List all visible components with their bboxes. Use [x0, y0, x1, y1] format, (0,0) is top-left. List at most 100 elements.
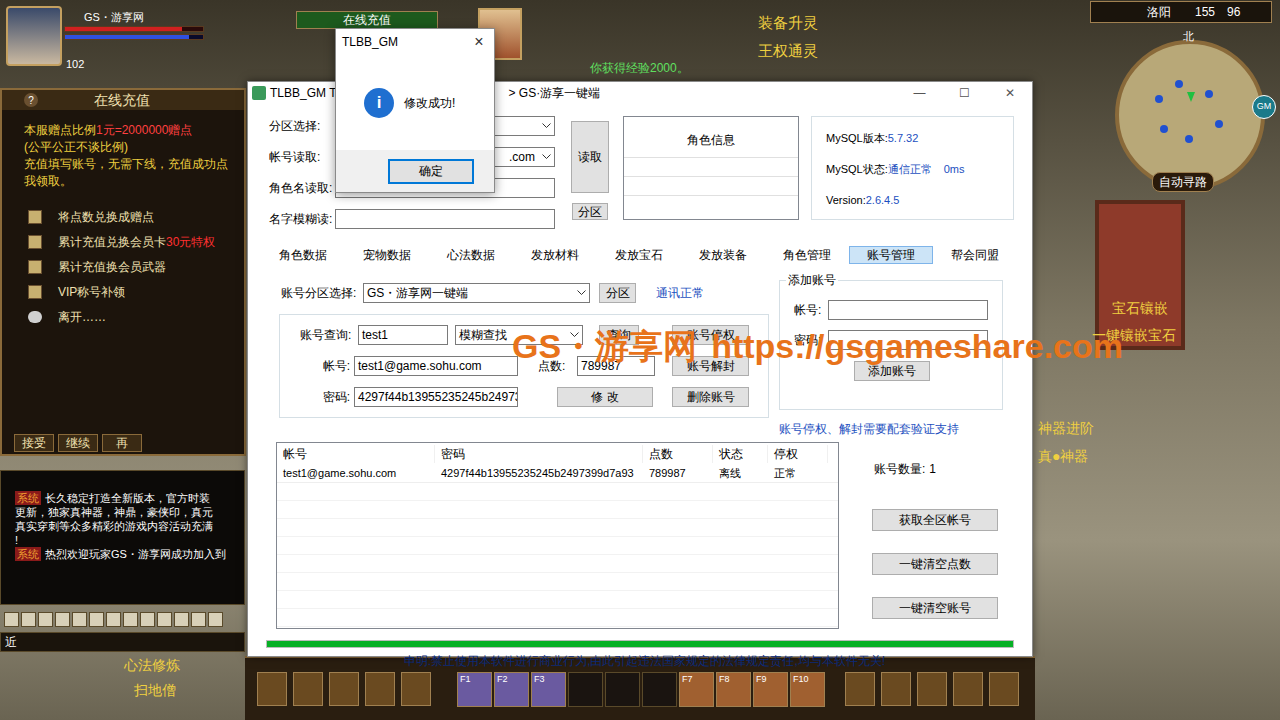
tab[interactable]: 角色管理	[765, 246, 849, 264]
menu-icon[interactable]	[917, 672, 947, 706]
tab[interactable]: 发放装备	[681, 246, 765, 264]
speech-icon	[28, 311, 42, 323]
table-empty-row	[277, 591, 838, 609]
action-button[interactable]: 获取全区帐号	[872, 509, 998, 531]
table-row[interactable]: test1@game.sohu.com4297f44b13955235245b2…	[277, 465, 838, 483]
npc-option[interactable]: 累计充值兑换会员卡30元特权	[28, 229, 244, 254]
artifact-label[interactable]: 神器进阶	[1038, 418, 1094, 439]
window-control[interactable]: —	[897, 82, 942, 104]
read-button[interactable]: 读取	[571, 121, 609, 193]
xinfa-label[interactable]: 心法修炼	[124, 655, 180, 676]
zone-button[interactable]: 分区	[572, 203, 608, 220]
account-input[interactable]: test1@game.sohu.com	[354, 356, 518, 376]
app-icon	[252, 86, 266, 100]
empty-skill-slot[interactable]	[605, 672, 640, 707]
tab[interactable]: 角色数据	[261, 246, 345, 264]
form-label: 角色名读取:	[269, 179, 335, 197]
delete-account-button[interactable]: 删除账号	[672, 387, 749, 407]
zone-select[interactable]: GS・游享网一键端	[363, 283, 590, 303]
column-header[interactable]: 密码	[435, 445, 643, 463]
action-button[interactable]: 一键清空点数	[872, 553, 998, 575]
ratio-text: 本服赠点比例1元=2000000赠点	[24, 122, 234, 139]
menu-icon[interactable]	[881, 672, 911, 706]
menu-icon[interactable]	[401, 672, 431, 706]
chat-tool-icon[interactable]	[123, 612, 138, 627]
minimap[interactable]	[1115, 40, 1265, 190]
chat-tool-icon[interactable]	[72, 612, 87, 627]
gm-button[interactable]: GM	[1252, 95, 1276, 119]
column-header[interactable]: 状态	[713, 445, 768, 463]
skill-slot[interactable]: F10	[790, 672, 825, 707]
query-input[interactable]: test1	[358, 325, 448, 345]
tab[interactable]: 账号管理	[849, 246, 933, 264]
ok-button[interactable]: 确定	[388, 159, 474, 184]
chat-tool-icon[interactable]	[21, 612, 36, 627]
true-artifact-label[interactable]: 真●神器	[1038, 446, 1088, 467]
chat-tool-icon[interactable]	[38, 612, 53, 627]
password-input[interactable]: 4297f44b13955235245b249739	[354, 387, 518, 407]
npc-option[interactable]: 将点数兑换成赠点	[28, 204, 244, 229]
account-zone-button[interactable]: 分区	[599, 283, 636, 303]
empty-skill-slot[interactable]	[642, 672, 677, 707]
chat-line: 更新，独家真神器，神鼎，豪侠印，真元	[1, 505, 244, 519]
chat-tool-icon[interactable]	[191, 612, 206, 627]
new-account-input[interactable]	[828, 300, 988, 320]
menu-icon[interactable]	[953, 672, 983, 706]
skill-slot[interactable]: F9	[753, 672, 788, 707]
column-header[interactable]: 停权	[768, 445, 828, 463]
chat-tool-icon[interactable]	[106, 612, 121, 627]
skill-slot[interactable]: F3	[531, 672, 566, 707]
skill-slot[interactable]: F2	[494, 672, 529, 707]
menu-icon[interactable]	[293, 672, 323, 706]
chat-tool-icon[interactable]	[89, 612, 104, 627]
chat-line: !	[1, 533, 244, 547]
window-control[interactable]: ✕	[987, 82, 1032, 104]
npc-button[interactable]: 接受	[14, 434, 54, 452]
chat-tool-icon[interactable]	[4, 612, 19, 627]
chat-tool-icon[interactable]	[140, 612, 155, 627]
npc-dialog-panel: ?在线充值本服赠点比例1元=2000000赠点(公平公正不谈比例)充值填写账号，…	[0, 88, 246, 456]
player-portrait[interactable]	[6, 6, 62, 66]
npc-button[interactable]: 继续	[58, 434, 98, 452]
chat-tool-icon[interactable]	[174, 612, 189, 627]
table-empty-row	[277, 501, 838, 519]
tab[interactable]: 宠物数据	[345, 246, 429, 264]
target-bar[interactable]: 在线充值	[296, 11, 438, 29]
float-upgrade: 装备升灵	[758, 12, 818, 35]
tab[interactable]: 发放材料	[513, 246, 597, 264]
chat-input[interactable]: 近	[0, 632, 245, 652]
menu-icon[interactable]	[257, 672, 287, 706]
tab[interactable]: 心法数据	[429, 246, 513, 264]
menu-icon[interactable]	[329, 672, 359, 706]
npc-button[interactable]: 再	[102, 434, 142, 452]
close-button[interactable]: ×	[464, 30, 494, 54]
chat-tool-icon[interactable]	[157, 612, 172, 627]
npc-option[interactable]: 离开……	[28, 304, 244, 329]
column-header[interactable]: 点数	[643, 445, 713, 463]
skill-slot[interactable]: F1	[457, 672, 492, 707]
recharge-note: 充值填写账号，无需下线，充值成功点我领取。	[24, 156, 234, 190]
chat-tool-icon[interactable]	[208, 612, 223, 627]
form-input[interactable]	[335, 209, 555, 229]
gem-inlay-label[interactable]: 宝石镶嵌	[1112, 298, 1168, 319]
form-label: 分区选择:	[269, 117, 335, 135]
action-button[interactable]: 一键清空账号	[872, 597, 998, 619]
chat-tag: 系统	[15, 547, 41, 561]
npc-option[interactable]: 累计充值换会员武器	[28, 254, 244, 279]
column-header[interactable]: 帐号	[277, 445, 435, 463]
window-control[interactable]: ☐	[942, 82, 987, 104]
menu-icon[interactable]	[365, 672, 395, 706]
table-empty-row	[277, 573, 838, 591]
modify-button[interactable]: 修 改	[557, 387, 653, 407]
skill-slot[interactable]: F8	[716, 672, 751, 707]
menu-icon[interactable]	[845, 672, 875, 706]
help-button[interactable]: ?	[24, 93, 38, 107]
menu-icon[interactable]	[989, 672, 1019, 706]
tab[interactable]: 帮会同盟	[933, 246, 1017, 264]
chat-tool-icon[interactable]	[55, 612, 70, 627]
empty-skill-slot[interactable]	[568, 672, 603, 707]
tab[interactable]: 发放宝石	[597, 246, 681, 264]
skill-slot[interactable]: F7	[679, 672, 714, 707]
npc-option[interactable]: VIP称号补领	[28, 279, 244, 304]
auto-path-button[interactable]: 自动寻路	[1152, 172, 1214, 192]
